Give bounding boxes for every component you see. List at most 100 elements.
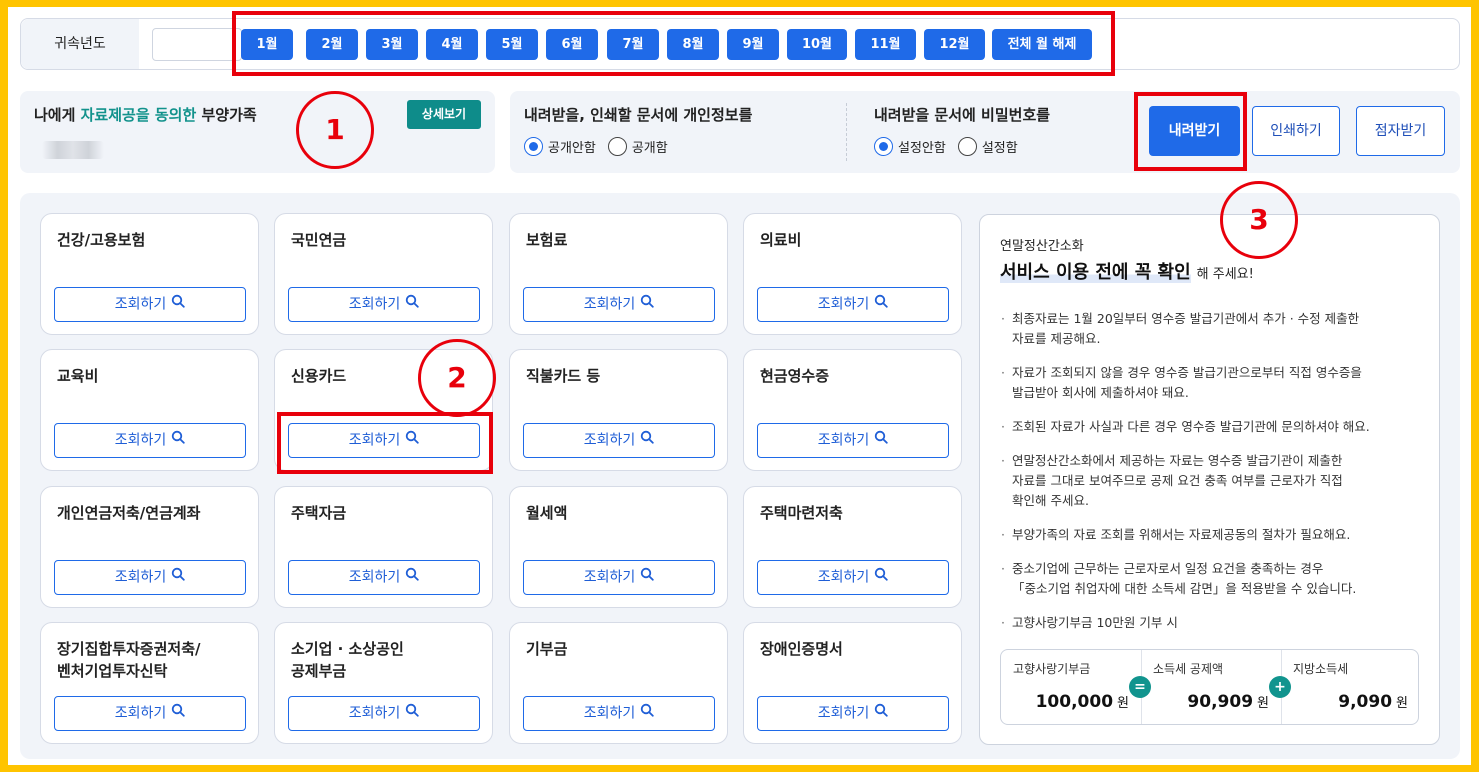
- query-button-label: 조회하기: [583, 569, 636, 586]
- query-button-label: 조회하기: [817, 432, 870, 449]
- calc-value: 90,909 원: [1187, 692, 1269, 712]
- query-button[interactable]: 조회하기: [288, 560, 480, 595]
- search-icon: [640, 697, 654, 730]
- query-button[interactable]: 조회하기: [757, 560, 949, 595]
- search-icon: [874, 697, 888, 730]
- category-title-line: 주택자금: [291, 504, 347, 522]
- print-button[interactable]: 인쇄하기: [1252, 106, 1340, 156]
- query-button[interactable]: 조회하기: [757, 423, 949, 458]
- donation-calc: 고향사랑기부금 100,000 원 소득세 공제액 90,909 원 지방소득세 9…: [1000, 649, 1419, 725]
- category-title: 현금영수증: [760, 365, 955, 387]
- category-card: 주택자금조회하기: [274, 486, 493, 608]
- info-subtitle: 연말정산간소화: [1000, 239, 1084, 254]
- query-button[interactable]: 조회하기: [288, 696, 480, 731]
- search-icon: [640, 288, 654, 321]
- category-title: 주택자금: [291, 502, 486, 524]
- calc-number: 90,909: [1187, 692, 1254, 712]
- query-button[interactable]: 조회하기: [523, 696, 715, 731]
- query-button[interactable]: 조회하기: [54, 560, 246, 595]
- query-button[interactable]: 조회하기: [523, 423, 715, 458]
- calc-label: 소득세 공제액: [1153, 662, 1224, 676]
- query-button[interactable]: 조회하기: [54, 423, 246, 458]
- category-title-line: 월세액: [526, 504, 568, 522]
- braille-button[interactable]: 점자받기: [1356, 106, 1445, 156]
- category-card: 직불카드 등조회하기: [509, 349, 728, 471]
- plus-icon: +: [1269, 676, 1291, 698]
- radio-dot-selected: [524, 137, 543, 156]
- equals-icon: =: [1129, 676, 1151, 698]
- radio-personal-show[interactable]: 공개함: [607, 137, 668, 156]
- search-icon: [874, 424, 888, 457]
- query-button-label: 조회하기: [114, 705, 167, 722]
- info-headline-main: 서비스 이용 전에 꼭 확인: [1000, 262, 1191, 283]
- calc-number: 9,090: [1338, 692, 1393, 712]
- category-title-line: 신용카드: [291, 367, 347, 385]
- category-title-line: 소기업 · 소상공인: [291, 640, 404, 658]
- search-icon: [405, 561, 419, 594]
- year-select[interactable]: [152, 28, 242, 61]
- annotation-box-credit-card: [277, 412, 493, 474]
- category-title: 의료비: [760, 229, 955, 251]
- query-button-label: 조회하기: [348, 569, 401, 586]
- category-card: 소기업 · 소상공인공제부금조회하기: [274, 622, 493, 744]
- options-divider: [846, 103, 847, 161]
- query-button[interactable]: 조회하기: [54, 287, 246, 322]
- search-icon: [405, 288, 419, 321]
- radio-personal-hide[interactable]: 공개안함: [524, 137, 596, 156]
- personal-info-group: 내려받을, 인쇄할 문서에 개인정보를 공개안함 공개함: [524, 104, 752, 156]
- category-card: 현금영수증조회하기: [743, 349, 962, 471]
- info-notes: 최종자료는 1월 20일부터 영수증 발급기관에서 추가 · 수정 제출한자료를…: [1000, 309, 1430, 647]
- info-headline: 서비스 이용 전에 꼭 확인 해 주세요!: [1000, 258, 1254, 284]
- detail-view-button[interactable]: 상세보기: [407, 100, 481, 129]
- calc-unit: 원: [1396, 696, 1408, 711]
- query-button[interactable]: 조회하기: [523, 560, 715, 595]
- info-note-line: 중소기업에 근무하는 근로자로서 일정 요건을 충족하는 경우: [1012, 561, 1324, 576]
- category-title-line: 건강/고용보험: [57, 231, 146, 249]
- query-button-label: 조회하기: [583, 705, 636, 722]
- calc-value: 100,000 원: [1036, 692, 1129, 712]
- search-icon: [171, 424, 185, 457]
- calc-cell-local-tax: 지방소득세 9,090 원: [1281, 650, 1420, 724]
- category-card: 국민연금 조회하기: [274, 213, 493, 335]
- page-frame: 귀속년도 1월 2월 3월 4월 5월 6월 7월 8월 9월 10월 11월 …: [8, 7, 1471, 765]
- radio-password-on[interactable]: 설정함: [957, 137, 1018, 156]
- download-options-panel: 내려받을, 인쇄할 문서에 개인정보를 공개안함 공개함 내려받을 문서에 비밀…: [510, 91, 1460, 173]
- info-note: 조회된 자료가 사실과 다른 경우 영수증 발급기관에 문의하셔야 해요.: [1000, 417, 1430, 437]
- category-title: 보험료: [526, 229, 721, 251]
- category-card: 주택마련저축 조회하기: [743, 486, 962, 608]
- query-button-label: 조회하기: [114, 296, 167, 313]
- category-title: 월세액: [526, 502, 721, 524]
- annotation-circle-2: 2: [418, 339, 496, 417]
- category-card: 월세액조회하기: [509, 486, 728, 608]
- category-title-line: 공제부금: [291, 662, 347, 680]
- category-title: 개인연금저축/연금계좌: [57, 502, 252, 524]
- category-title: 장기집합투자증권저축/벤처기업투자신탁: [57, 638, 252, 682]
- radio-label: 공개함: [631, 141, 668, 156]
- category-title-line: 현금영수증: [760, 367, 830, 385]
- dependents-title-pre: 나에게: [34, 106, 81, 124]
- category-title: 교육비: [57, 365, 252, 387]
- query-button-label: 조회하기: [817, 296, 870, 313]
- query-button[interactable]: 조회하기: [54, 696, 246, 731]
- radio-password-off[interactable]: 설정안함: [874, 137, 946, 156]
- calc-value: 9,090 원: [1338, 692, 1408, 712]
- dependents-title: 나에게 자료제공을 동의한 부양가족: [34, 104, 257, 125]
- info-note: 최종자료는 1월 20일부터 영수증 발급기관에서 추가 · 수정 제출한자료를…: [1000, 309, 1430, 349]
- query-button[interactable]: 조회하기: [757, 696, 949, 731]
- annotation-circle-3: 3: [1220, 181, 1298, 259]
- query-button-label: 조회하기: [348, 296, 401, 313]
- category-title: 직불카드 등: [526, 365, 721, 387]
- info-note-line: 자료를 그대로 보여주므로 공제 요건 충족 여부를 근로자가 직접: [1012, 473, 1343, 488]
- query-button-label: 조회하기: [114, 432, 167, 449]
- annotation-box-download: [1134, 92, 1247, 171]
- calc-unit: 원: [1117, 696, 1129, 711]
- category-card: 기부금 조회하기: [509, 622, 728, 744]
- query-button[interactable]: 조회하기: [288, 287, 480, 322]
- query-button[interactable]: 조회하기: [523, 287, 715, 322]
- category-title-line: 교육비: [57, 367, 99, 385]
- radio-label: 공개안함: [548, 141, 596, 156]
- info-box: 연말정산간소화 서비스 이용 전에 꼭 확인 해 주세요! 최종자료는 1월 20…: [979, 214, 1440, 745]
- info-note-line: 자료가 조회되지 않을 경우 영수증 발급기관으로부터 직접 영수증을: [1012, 365, 1362, 380]
- info-note-line: 자료를 제공해요.: [1012, 331, 1101, 346]
- query-button[interactable]: 조회하기: [757, 287, 949, 322]
